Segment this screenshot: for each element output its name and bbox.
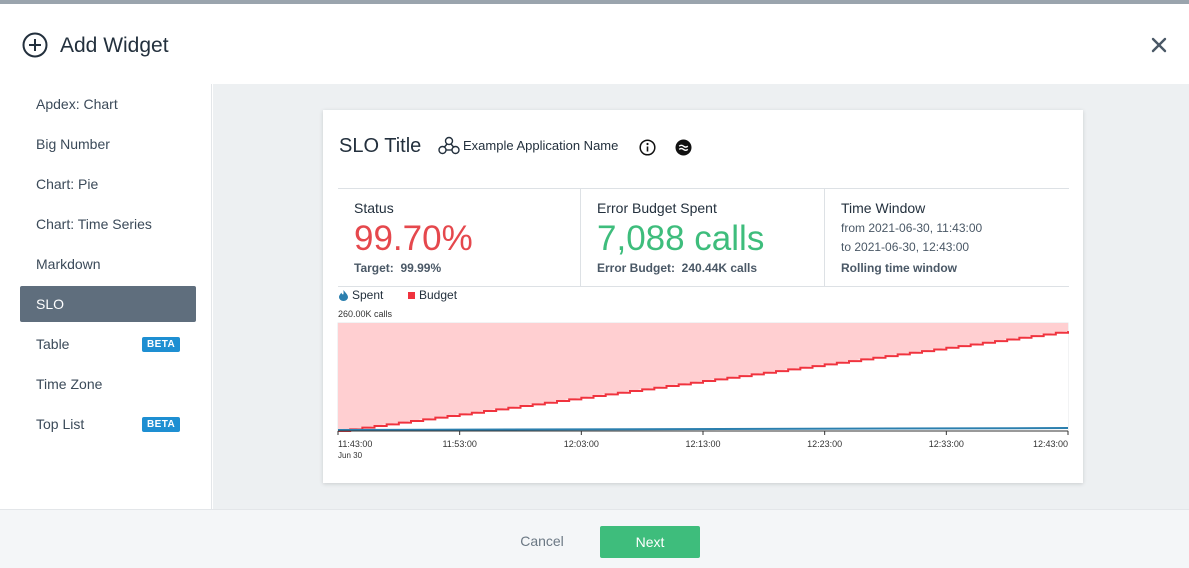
slo-title: SLO Title — [339, 135, 422, 157]
x-tick-label: 12:13:00 — [685, 439, 720, 449]
status-metric: Status 99.70% Target: 99.99% — [338, 189, 581, 287]
spent-flame-icon — [339, 290, 348, 301]
sidebar-item-label: Table — [36, 336, 70, 352]
time-window-to: to 2021-06-30, 12:43:00 — [841, 240, 970, 254]
approximate-icon[interactable] — [675, 139, 692, 156]
sidebar-item-chart-pie[interactable]: Chart: Pie — [20, 166, 196, 202]
x-tick-label: 11:53:00 — [442, 439, 476, 449]
time-window-label: Time Window — [841, 200, 926, 216]
widget-type-sidebar: Apdex: Chart Big Number Chart: Pie Chart… — [0, 84, 212, 509]
sidebar-item-label: Apdex: Chart — [36, 96, 118, 112]
sidebar-item-label: Top List — [36, 416, 85, 432]
status-value: 99.70% — [354, 219, 473, 258]
x-tick-label: 12:03:00 — [564, 439, 599, 449]
dialog-footer: Cancel Next — [0, 509, 1189, 568]
dialog-title: Add Widget — [60, 34, 169, 57]
sidebar-item-time-zone[interactable]: Time Zone — [20, 366, 196, 402]
target-label: Target: — [354, 261, 394, 275]
error-budget-spent-label: Error Budget Spent — [597, 200, 717, 216]
error-budget-spent-value: 7,088 calls — [597, 219, 765, 258]
sidebar-item-label: Time Zone — [36, 376, 103, 392]
legend-spent: Spent — [352, 288, 384, 302]
slo-widget-card: SLO Title Example Application Name Statu… — [323, 110, 1083, 483]
close-icon[interactable] — [1148, 34, 1170, 56]
time-window-mode: Rolling time window — [841, 261, 957, 275]
cancel-button[interactable]: Cancel — [504, 526, 580, 556]
legend-budget-swatch — [408, 292, 415, 299]
info-icon[interactable] — [639, 139, 656, 156]
sidebar-item-markdown[interactable]: Markdown — [20, 246, 196, 282]
beta-badge: BETA — [142, 417, 181, 432]
slo-metrics: Status 99.70% Target: 99.99% Error Budge… — [338, 188, 1069, 287]
error-budget-metric: Error Budget Spent 7,088 calls Error Bud… — [581, 189, 825, 287]
sidebar-item-table[interactable]: Table BETA — [20, 326, 196, 362]
sidebar-item-label: Big Number — [36, 136, 110, 152]
x-tick-label: 12:33:00 — [929, 439, 964, 449]
dialog-header: Add Widget — [0, 4, 1189, 84]
time-window-from: from 2021-06-30, 11:43:00 — [841, 221, 983, 235]
beta-badge: BETA — [142, 337, 181, 352]
x-date-label: Jun 30 — [338, 451, 363, 460]
x-tick-label: 12:23:00 — [807, 439, 842, 449]
sidebar-item-top-list[interactable]: Top List BETA — [20, 406, 196, 442]
sidebar-item-slo[interactable]: SLO — [20, 286, 196, 322]
sidebar-item-label: SLO — [36, 296, 65, 312]
plus-circle-icon — [22, 32, 48, 58]
application-nodes-icon — [438, 136, 460, 155]
target-value: 99.99% — [400, 261, 442, 275]
sidebar-item-label: Chart: Time Series — [36, 216, 152, 232]
y-axis-top-label: 260.00K calls — [338, 309, 393, 319]
time-window-metric: Time Window from 2021-06-30, 11:43:00 to… — [825, 189, 1069, 287]
error-budget-value: 240.44K calls — [681, 261, 758, 275]
application-name: Example Application Name — [463, 138, 619, 153]
error-budget-total: Error Budget: 240.44K calls — [597, 261, 757, 275]
sidebar-item-apdex-chart[interactable]: Apdex: Chart — [20, 86, 196, 122]
sidebar-item-label: Chart: Pie — [36, 176, 99, 192]
x-tick-label: 12:43:00 — [1033, 439, 1068, 449]
sidebar-item-label: Markdown — [36, 256, 101, 272]
x-tick-label: 11:43:00 — [338, 439, 372, 449]
next-button[interactable]: Next — [600, 526, 700, 558]
sidebar-item-big-number[interactable]: Big Number — [20, 126, 196, 162]
status-target: Target: 99.99% — [354, 261, 441, 275]
error-budget-chart: 260.00K calls 11:43:00 11:53:00 12:03:00 12:… — [337, 309, 1069, 460]
error-budget-label: Error Budget: — [597, 261, 675, 275]
sidebar-item-chart-time-series[interactable]: Chart: Time Series — [20, 206, 196, 242]
legend-budget: Budget — [419, 288, 458, 302]
status-label: Status — [354, 200, 394, 216]
